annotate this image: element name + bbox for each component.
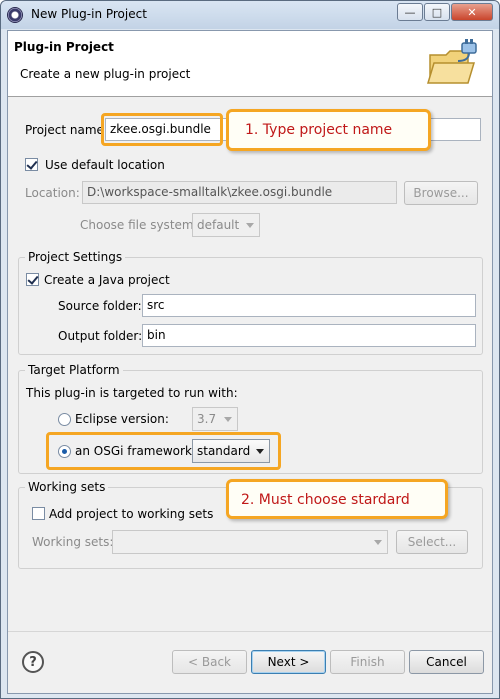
step1-callout: 1. Type project name	[226, 109, 431, 151]
location-label: Location:	[25, 186, 80, 200]
working-sets-title: Working sets	[25, 480, 109, 494]
output-folder-label: Output folder:	[58, 329, 143, 343]
minimize-icon[interactable]: —	[397, 3, 423, 21]
step1-callout-text: 1. Type project name	[245, 122, 393, 138]
file-system-select[interactable]: default	[192, 213, 260, 237]
target-platform-title: Target Platform	[25, 363, 123, 377]
step2-callout: 2. Must choose stardard	[226, 479, 448, 519]
osgi-framework-highlight	[46, 432, 281, 470]
browse-button[interactable]: Browse...	[404, 181, 478, 205]
dialog-client-area: Plug-in Project Create a new plug-in pro…	[7, 30, 493, 694]
window-title: New Plug-in Project	[31, 7, 147, 21]
create-java-project-checkbox[interactable]	[26, 273, 39, 286]
back-button[interactable]: < Back	[172, 650, 247, 674]
add-to-working-sets-label: Add project to working sets	[49, 507, 214, 521]
wizard-banner: Plug-in Project Create a new plug-in pro…	[8, 31, 492, 97]
chevron-down-icon	[224, 417, 232, 422]
file-system-value: default	[197, 218, 240, 232]
close-icon[interactable]: ✕	[451, 3, 493, 21]
title-bar[interactable]: New Plug-in Project — □ ✕	[1, 1, 499, 29]
source-folder-input[interactable]: src	[142, 294, 476, 317]
use-default-location-label: Use default location	[45, 158, 165, 172]
eclipse-version-value: 3.7	[197, 412, 217, 426]
target-intro-text: This plug-in is targeted to run with:	[26, 386, 238, 400]
step2-callout-text: 2. Must choose stardard	[241, 492, 410, 508]
next-button[interactable]: Next >	[251, 650, 326, 674]
page-description: Create a new plug-in project	[20, 67, 191, 81]
plugin-folder-icon	[426, 39, 477, 84]
eclipse-version-radio[interactable]	[58, 413, 71, 426]
finish-button[interactable]: Finish	[330, 650, 405, 674]
location-input[interactable]: D:\workspace-smalltalk\zkee.osgi.bundle	[82, 181, 397, 204]
cancel-button[interactable]: Cancel	[409, 650, 484, 674]
footer-separator	[8, 631, 492, 632]
working-sets-select[interactable]	[112, 530, 388, 554]
create-java-project-label: Create a Java project	[44, 273, 170, 287]
page-title: Plug-in Project	[14, 40, 114, 54]
eclipse-icon	[7, 7, 23, 23]
working-sets-label: Working sets:	[32, 535, 114, 549]
eclipse-version-select[interactable]: 3.7	[192, 407, 238, 431]
window-controls: — □ ✕	[397, 3, 493, 21]
source-folder-label: Source folder:	[58, 299, 142, 313]
project-name-highlight	[101, 113, 223, 146]
project-name-label: Project name:	[25, 123, 108, 137]
dialog-window: New Plug-in Project — □ ✕ Plug-in Projec…	[0, 0, 500, 699]
use-default-location-checkbox[interactable]	[25, 158, 38, 171]
help-icon[interactable]: ?	[22, 651, 44, 673]
project-settings-title: Project Settings	[25, 250, 126, 264]
output-folder-input[interactable]: bin	[142, 324, 476, 347]
add-to-working-sets-checkbox[interactable]	[32, 507, 45, 520]
chevron-down-icon	[246, 223, 254, 228]
file-system-label: Choose file system:	[80, 218, 198, 232]
maximize-icon[interactable]: □	[424, 3, 450, 21]
eclipse-version-label: Eclipse version:	[75, 412, 169, 426]
select-working-sets-button[interactable]: Select...	[396, 530, 468, 554]
chevron-down-icon	[374, 540, 382, 545]
